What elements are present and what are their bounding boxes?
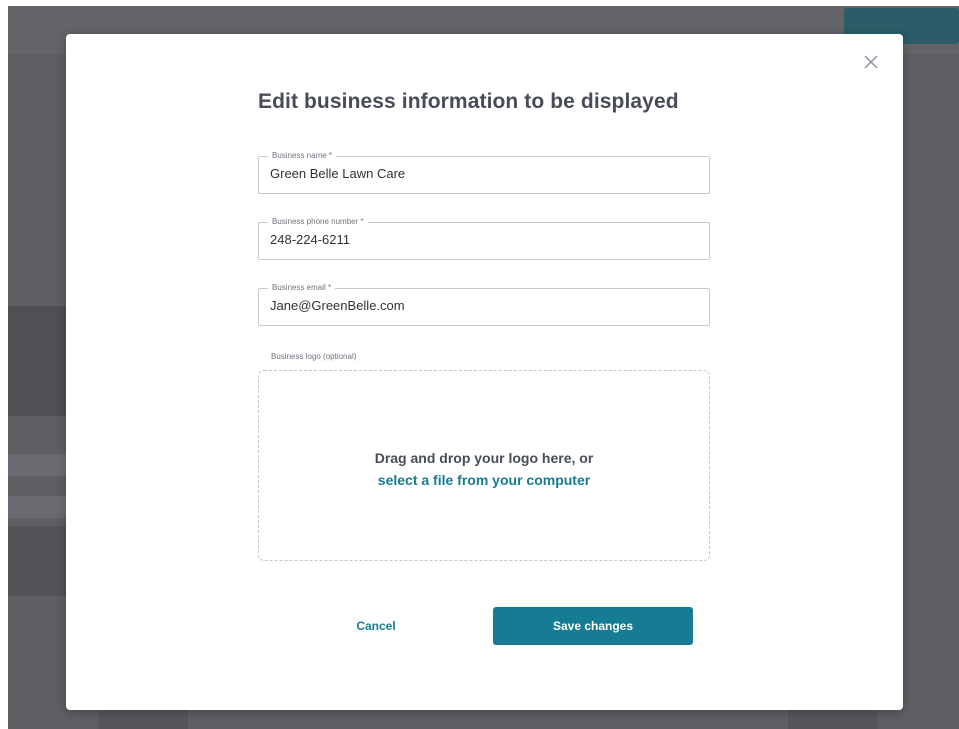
close-icon xyxy=(864,55,878,69)
business-phone-field: Business phone number * xyxy=(258,217,710,260)
logo-dropzone[interactable]: Drag and drop your logo here, or select … xyxy=(258,370,710,561)
business-email-field: Business email * xyxy=(258,283,710,326)
edit-business-modal: Edit business information to be displaye… xyxy=(66,34,903,710)
dropzone-instructions: Drag and drop your logo here, or xyxy=(374,450,594,466)
business-name-label: Business name * xyxy=(268,151,337,161)
cancel-button[interactable]: Cancel xyxy=(336,607,416,645)
business-name-field: Business name * xyxy=(258,151,710,194)
modal-title: Edit business information to be displaye… xyxy=(258,90,679,113)
select-file-link[interactable]: select a file from your computer xyxy=(378,472,590,488)
business-phone-input[interactable] xyxy=(270,232,690,247)
business-email-input[interactable] xyxy=(270,298,690,313)
close-button[interactable] xyxy=(861,52,881,72)
business-email-label: Business email * xyxy=(268,283,336,293)
save-changes-button[interactable]: Save changes xyxy=(493,607,693,645)
business-name-input[interactable] xyxy=(270,166,690,181)
business-logo-label: Business logo (optional) xyxy=(271,352,357,361)
business-phone-label: Business phone number * xyxy=(268,217,368,227)
